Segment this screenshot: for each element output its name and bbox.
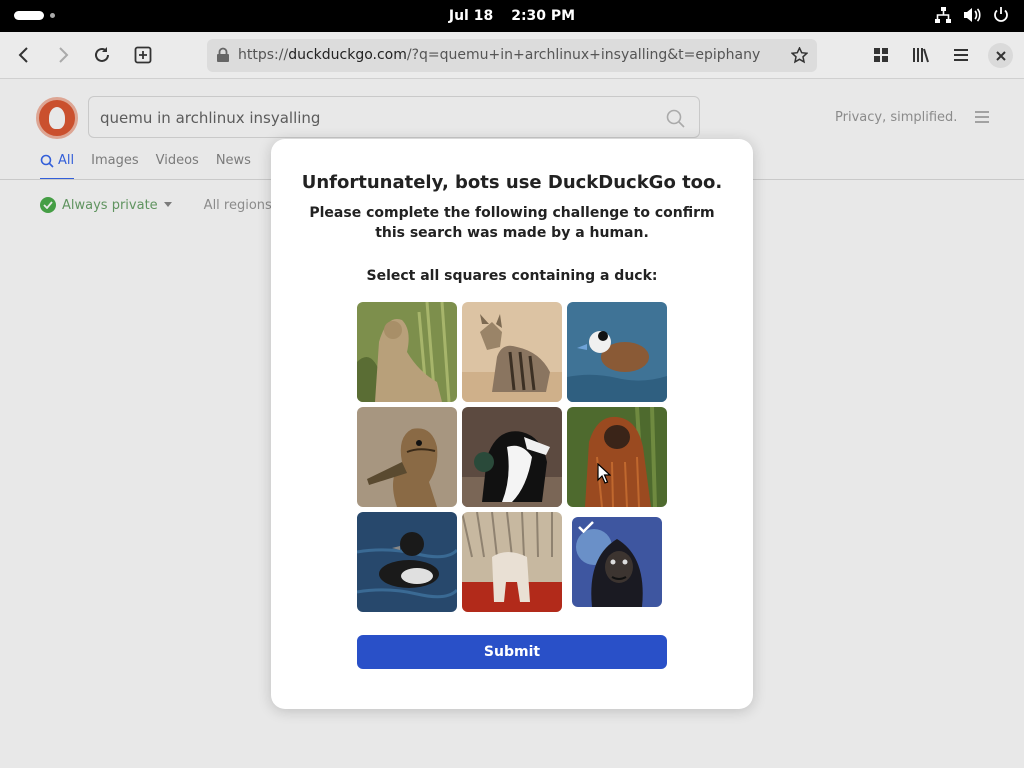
tabs-overview-button[interactable] [869,43,893,67]
system-top-bar: Jul 18 2:30 PM [0,0,1024,32]
challenge-tile-dog-1[interactable] [462,407,562,507]
submit-button[interactable]: Submit [357,635,667,669]
power-icon [994,7,1008,22]
bookmark-star-icon[interactable] [791,47,808,64]
forward-icon [59,47,69,63]
challenge-tile-dog-2[interactable] [462,512,562,612]
challenge-tile-duck-1[interactable] [567,302,667,402]
challenge-prompt: Select all squares containing a duck: [366,268,658,284]
clock-time: 2:30 PM [511,8,576,24]
hamburger-menu-icon [954,49,968,61]
challenge-tile-duck-2[interactable] [357,407,457,507]
url-text: https://duckduckgo.com/?q=quemu+in+archl… [238,47,760,63]
browser-toolbar: https://duckduckgo.com/?q=quemu+in+archl… [0,32,1024,79]
reload-button[interactable] [90,43,114,67]
reload-icon [95,47,109,62]
dialog-title: Unfortunately, bots use DuckDuckGo too. [301,172,723,193]
new-tab-icon [134,46,152,64]
back-icon [18,47,28,63]
library-icon [913,48,929,63]
selected-check-icon [578,521,594,533]
clock-date: Jul 18 [448,8,494,24]
back-button[interactable] [12,43,36,67]
new-tab-button[interactable] [131,43,155,67]
dialog-subtitle: Please complete the following challenge … [309,205,715,241]
bot-challenge-dialog: Unfortunately, bots use DuckDuckGo too. … [271,139,753,709]
challenge-tile-lynx[interactable] [357,302,457,402]
clock[interactable]: Jul 18 2:30 PM [0,0,1024,32]
url-path: /?q=quemu+in+archlinux+insyalling&t=epip… [406,47,761,63]
library-button[interactable] [909,43,933,67]
close-icon [995,50,1006,61]
close-window-button[interactable] [988,43,1013,68]
lock-icon [217,47,229,62]
challenge-tile-orangutan[interactable] [567,407,667,507]
challenge-tile-gorilla[interactable] [572,517,662,607]
challenge-tile-duck-3[interactable] [357,512,457,612]
challenge-tile-aardwolf[interactable] [462,302,562,402]
tabs-overview-icon [874,48,888,62]
forward-button[interactable] [51,43,75,67]
url-domain: duckduckgo.com [288,47,407,63]
url-prefix: https:// [238,47,289,63]
volume-icon [964,8,981,22]
network-icon [935,7,951,23]
system-tray[interactable] [934,6,1010,24]
mouse-cursor-icon [597,463,611,484]
address-bar[interactable]: https://duckduckgo.com/?q=quemu+in+archl… [207,39,817,72]
main-menu-button[interactable] [949,43,973,67]
